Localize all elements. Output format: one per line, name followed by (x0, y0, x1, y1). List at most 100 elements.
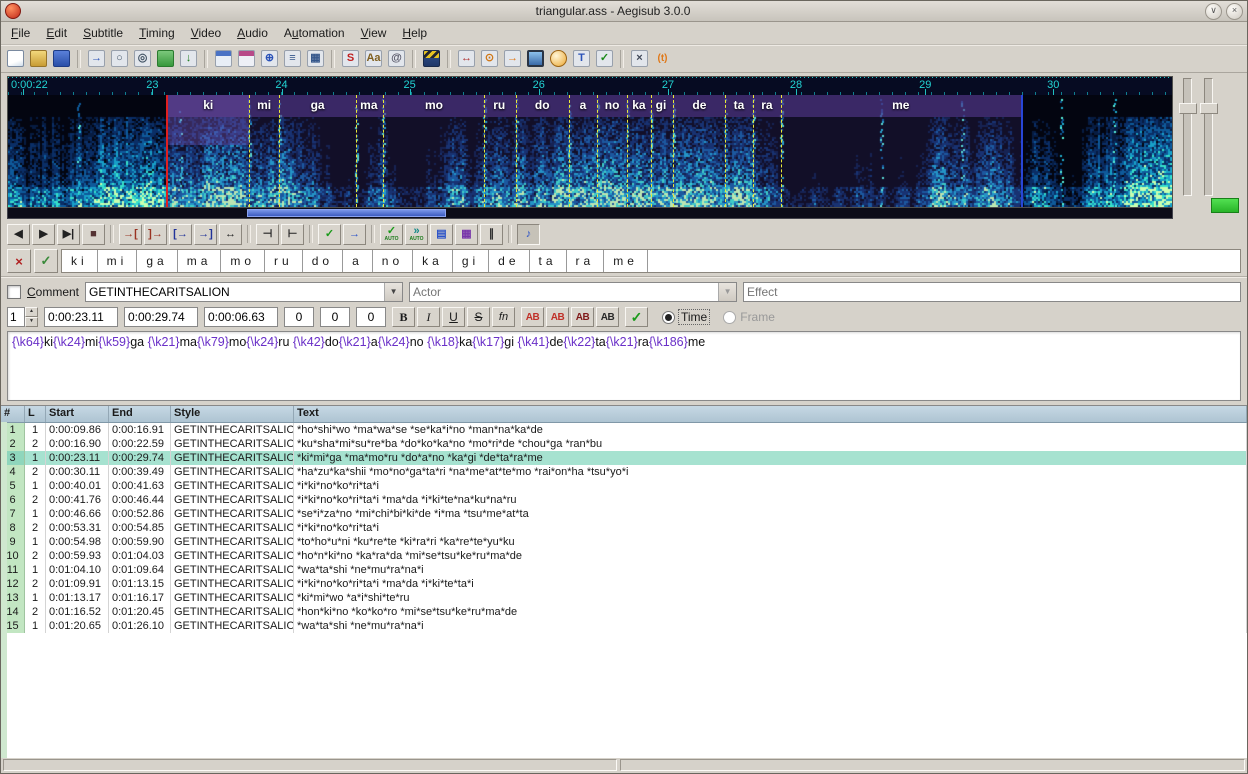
clapperboard-button[interactable] (421, 48, 442, 69)
export-button[interactable]: ↓ (178, 48, 199, 69)
translation-assistant-button[interactable]: T (571, 48, 592, 69)
karaoke-cancel-button[interactable]: × (7, 249, 31, 273)
selection-start-marker[interactable] (166, 95, 168, 207)
table-row[interactable]: 1220:01:09.910:01:13.15GETINTHECARITSALI… (1, 577, 1247, 591)
styling-assistant-button[interactable]: Aa (363, 48, 384, 69)
title-bar[interactable]: triangular.ass - Aegisub 3.0.0 ∨ × (1, 1, 1247, 22)
syllable-divider[interactable] (383, 95, 384, 207)
table-row[interactable]: 1110:01:04.100:01:09.64GETINTHECARITSALI… (1, 563, 1247, 577)
frame-radio[interactable] (723, 311, 736, 324)
auto-go-to-next-button[interactable]: »AUTO (405, 224, 428, 245)
karaoke-syllable[interactable]: ta (530, 250, 567, 272)
preview-monitor-button[interactable] (525, 48, 546, 69)
fonts-collector-button[interactable]: ⊕ (259, 48, 280, 69)
table-row[interactable]: 1310:01:13.170:01:16.17GETINTHECARITSALI… (1, 591, 1247, 605)
menu-audio[interactable]: Audio (229, 24, 276, 42)
karaoke-syllable[interactable]: ki (62, 250, 98, 272)
italic-button[interactable]: I (417, 307, 440, 327)
margin-left-input[interactable] (284, 307, 314, 327)
close-button[interactable]: × (1226, 3, 1243, 20)
duration-input[interactable] (204, 307, 278, 327)
karaoke-syllable[interactable]: no (373, 250, 413, 272)
underline-button[interactable]: U (442, 307, 465, 327)
find-next-button[interactable]: ◎ (132, 48, 153, 69)
play-first-500ms-button[interactable]: [→ (169, 224, 192, 245)
table-row[interactable]: 220:00:16.900:00:22.59GETINTHECARITSALIO… (1, 437, 1247, 451)
save-as-button[interactable] (155, 48, 176, 69)
syllable-divider[interactable] (569, 95, 570, 207)
karaoke-syllable[interactable]: mo (221, 250, 265, 272)
strikeout-button[interactable]: S (467, 307, 490, 327)
karaoke-syllable[interactable]: a (343, 250, 373, 272)
minimize-button[interactable]: ∨ (1205, 3, 1222, 20)
properties-button[interactable] (213, 48, 234, 69)
spellcheck-button[interactable]: S (340, 48, 361, 69)
spectrum-analyzer-button[interactable]: ▦ (455, 224, 478, 245)
menu-edit[interactable]: Edit (38, 24, 75, 42)
karaoke-syllable-strip[interactable]: kimigamamorudoanokagidetarame (61, 249, 1241, 273)
next-line-button[interactable]: ▶ (32, 224, 55, 245)
end-time-input[interactable] (124, 307, 198, 327)
table-row[interactable]: 310:00:23.110:00:29.74GETINTHECARITSALIO… (1, 451, 1247, 465)
menu-automation[interactable]: Automation (276, 24, 353, 42)
menu-subtitle[interactable]: Subtitle (75, 24, 131, 42)
volume-slider[interactable] (1204, 78, 1213, 196)
karaoke-syllable[interactable]: ra (567, 250, 605, 272)
karaoke-mode-button[interactable]: ♪ (517, 224, 540, 245)
karaoke-syllable[interactable]: ru (265, 250, 303, 272)
layer-spinner[interactable]: ▲ ▼ (7, 307, 38, 327)
syllable-divider[interactable] (597, 95, 598, 207)
time-radio[interactable] (662, 311, 675, 324)
menu-help[interactable]: Help (394, 24, 435, 42)
lead-in-button[interactable]: ⊣ (256, 224, 279, 245)
play-last-500ms-button[interactable]: →] (194, 224, 217, 245)
syllable-divider[interactable] (279, 95, 280, 207)
vertical-zoom-handle[interactable] (1179, 103, 1197, 114)
color-button-4[interactable]: AB (596, 307, 619, 327)
jump-to-button[interactable]: → (86, 48, 107, 69)
syllable-divider[interactable] (356, 95, 357, 207)
syllable-divider[interactable] (725, 95, 726, 207)
table-row[interactable]: 1510:01:20.650:01:26.10GETINTHECARITSALI… (1, 619, 1247, 633)
karaoke-syllable[interactable]: do (303, 250, 343, 272)
color-button-3[interactable]: AB (571, 307, 594, 327)
margin-right-input[interactable] (320, 307, 350, 327)
syllable-divider[interactable] (673, 95, 674, 207)
karaoke-syllable[interactable]: me (604, 250, 648, 272)
table-row[interactable]: 420:00:30.110:00:39.49GETINTHECARITSALIO… (1, 465, 1247, 479)
layer-up-icon[interactable]: ▲ (25, 307, 38, 317)
audio-spectrogram[interactable]: 0:00:222324252627282930 kimigamamorudoan… (7, 76, 1173, 208)
syllable-divider[interactable] (484, 95, 485, 207)
selection-end-marker[interactable] (1021, 95, 1023, 207)
vertical-zoom-slider[interactable] (1183, 78, 1192, 196)
karaoke-syllable[interactable]: mi (98, 250, 138, 272)
attachments-button[interactable]: @ (386, 48, 407, 69)
options-button[interactable]: × (629, 48, 650, 69)
table-row[interactable]: 820:00:53.310:00:54.85GETINTHECARITSALIO… (1, 521, 1247, 535)
spectrogram-body[interactable]: kimigamamorudoanokagidetarame (8, 95, 1172, 207)
syllable-divider[interactable] (516, 95, 517, 207)
audio-scrollbar-thumb[interactable] (247, 209, 447, 217)
audio-timeline[interactable]: 0:00:222324252627282930 (8, 77, 1172, 95)
shift-times-button[interactable]: ↔ (456, 48, 477, 69)
styles-manager-button[interactable] (236, 48, 257, 69)
table-row[interactable]: 1020:00:59.930:01:04.03GETINTHECARITSALI… (1, 549, 1247, 563)
actor-combo[interactable]: ▼ (409, 282, 737, 302)
karaoke-syllable[interactable]: ga (137, 250, 177, 272)
table-row[interactable]: 510:00:40.010:00:41.63GETINTHECARITSALIO… (1, 479, 1247, 493)
karaoke-syllable[interactable]: gi (453, 250, 489, 272)
table-row[interactable]: 110:00:09.860:00:16.91GETINTHECARITSALIO… (1, 423, 1247, 437)
menu-file[interactable]: File (3, 24, 38, 42)
color-button-2[interactable]: AB (546, 307, 569, 327)
karaoke-accept-button[interactable]: ✓ (34, 249, 58, 273)
go-to-selection-button[interactable]: → (343, 224, 366, 245)
margin-vertical-input[interactable] (356, 307, 386, 327)
table-row[interactable]: 620:00:41.760:00:46.44GETINTHECARITSALIO… (1, 493, 1247, 507)
table-row[interactable]: 910:00:54.980:00:59.90GETINTHECARITSALIO… (1, 535, 1247, 549)
timing-postprocessor-button[interactable]: ⊙ (479, 48, 500, 69)
previous-line-button[interactable]: ◀ (7, 224, 30, 245)
automation-button[interactable]: (t) (652, 48, 673, 69)
comment-checkbox[interactable] (7, 285, 21, 299)
style-combo[interactable]: ▼ (85, 282, 403, 302)
vertical-link-button[interactable]: ∥ (480, 224, 503, 245)
